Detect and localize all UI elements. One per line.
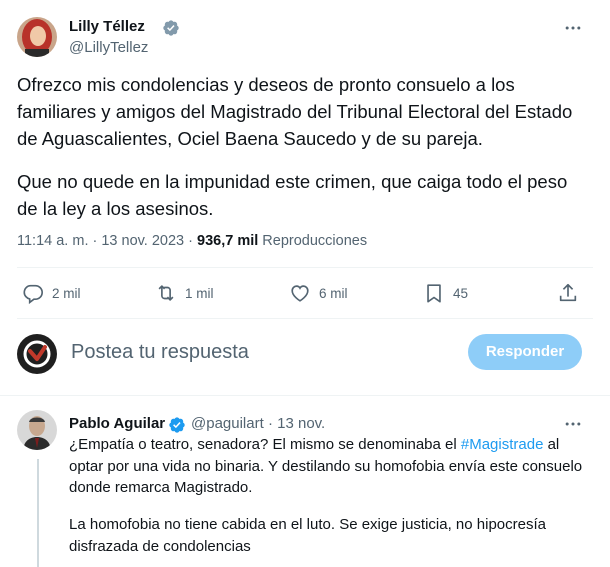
- reply-text-paragraph-2: La homofobia no tiene cabida en el luto.…: [69, 516, 546, 555]
- reply-date: 13 nov.: [277, 415, 326, 432]
- tweet-timestamp[interactable]: 11:14 a. m. · 13 nov. 2023 ·: [17, 233, 197, 249]
- share-icon: [559, 283, 577, 302]
- reply-text-paragraph-1: ¿Empatía o teatro, senadora? El mismo se…: [69, 436, 583, 496]
- bookmark-icon: [427, 284, 441, 303]
- tweet-text-paragraph-2: Que no quede en la impunidad este crimen…: [17, 171, 568, 219]
- views-count: 936,7 mil: [197, 233, 259, 249]
- verified-icon: [163, 20, 179, 36]
- tweet-text-paragraph-1: Ofrezco mis condolencias y deseos de pro…: [17, 74, 573, 149]
- author-name[interactable]: Lilly Téllez: [69, 18, 145, 35]
- more-options-icon[interactable]: [563, 414, 583, 434]
- tweet-meta: 11:14 a. m. · 13 nov. 2023 · 936,7 mil R…: [17, 233, 367, 249]
- divider: [17, 267, 593, 268]
- like-count: 6 mil: [319, 285, 348, 301]
- like-action[interactable]: 6 mil: [289, 282, 348, 304]
- reply-button[interactable]: Responder: [468, 334, 582, 370]
- author-avatar[interactable]: [17, 17, 57, 57]
- reply-icon: [23, 284, 43, 304]
- hashtag-link[interactable]: #Magistrade: [461, 436, 544, 453]
- divider: [0, 395, 610, 396]
- reply-author-handle[interactable]: @paguilart · 13 nov.: [191, 415, 325, 432]
- current-user-avatar[interactable]: [17, 334, 57, 374]
- retweet-action[interactable]: 1 mil: [155, 282, 214, 304]
- reply-count: 2 mil: [52, 285, 81, 301]
- more-options-icon[interactable]: [563, 18, 583, 38]
- retweet-icon: [158, 285, 174, 301]
- reply-author-name[interactable]: Pablo Aguilar: [69, 415, 165, 432]
- bookmark-count: 45: [453, 285, 469, 301]
- share-action[interactable]: [557, 282, 587, 304]
- views-label: Reproducciones: [258, 233, 368, 249]
- bookmark-action[interactable]: 45: [423, 282, 468, 304]
- retweet-count: 1 mil: [185, 285, 214, 301]
- reply-input[interactable]: Postea tu respuesta: [71, 341, 249, 364]
- heart-icon: [291, 285, 309, 302]
- divider: [17, 318, 593, 319]
- author-handle[interactable]: @LillyTellez: [69, 39, 148, 56]
- reply-author-avatar[interactable]: [17, 410, 57, 450]
- reply-action[interactable]: 2 mil: [22, 282, 81, 304]
- verified-icon: [169, 417, 185, 433]
- thread-line: [37, 459, 39, 567]
